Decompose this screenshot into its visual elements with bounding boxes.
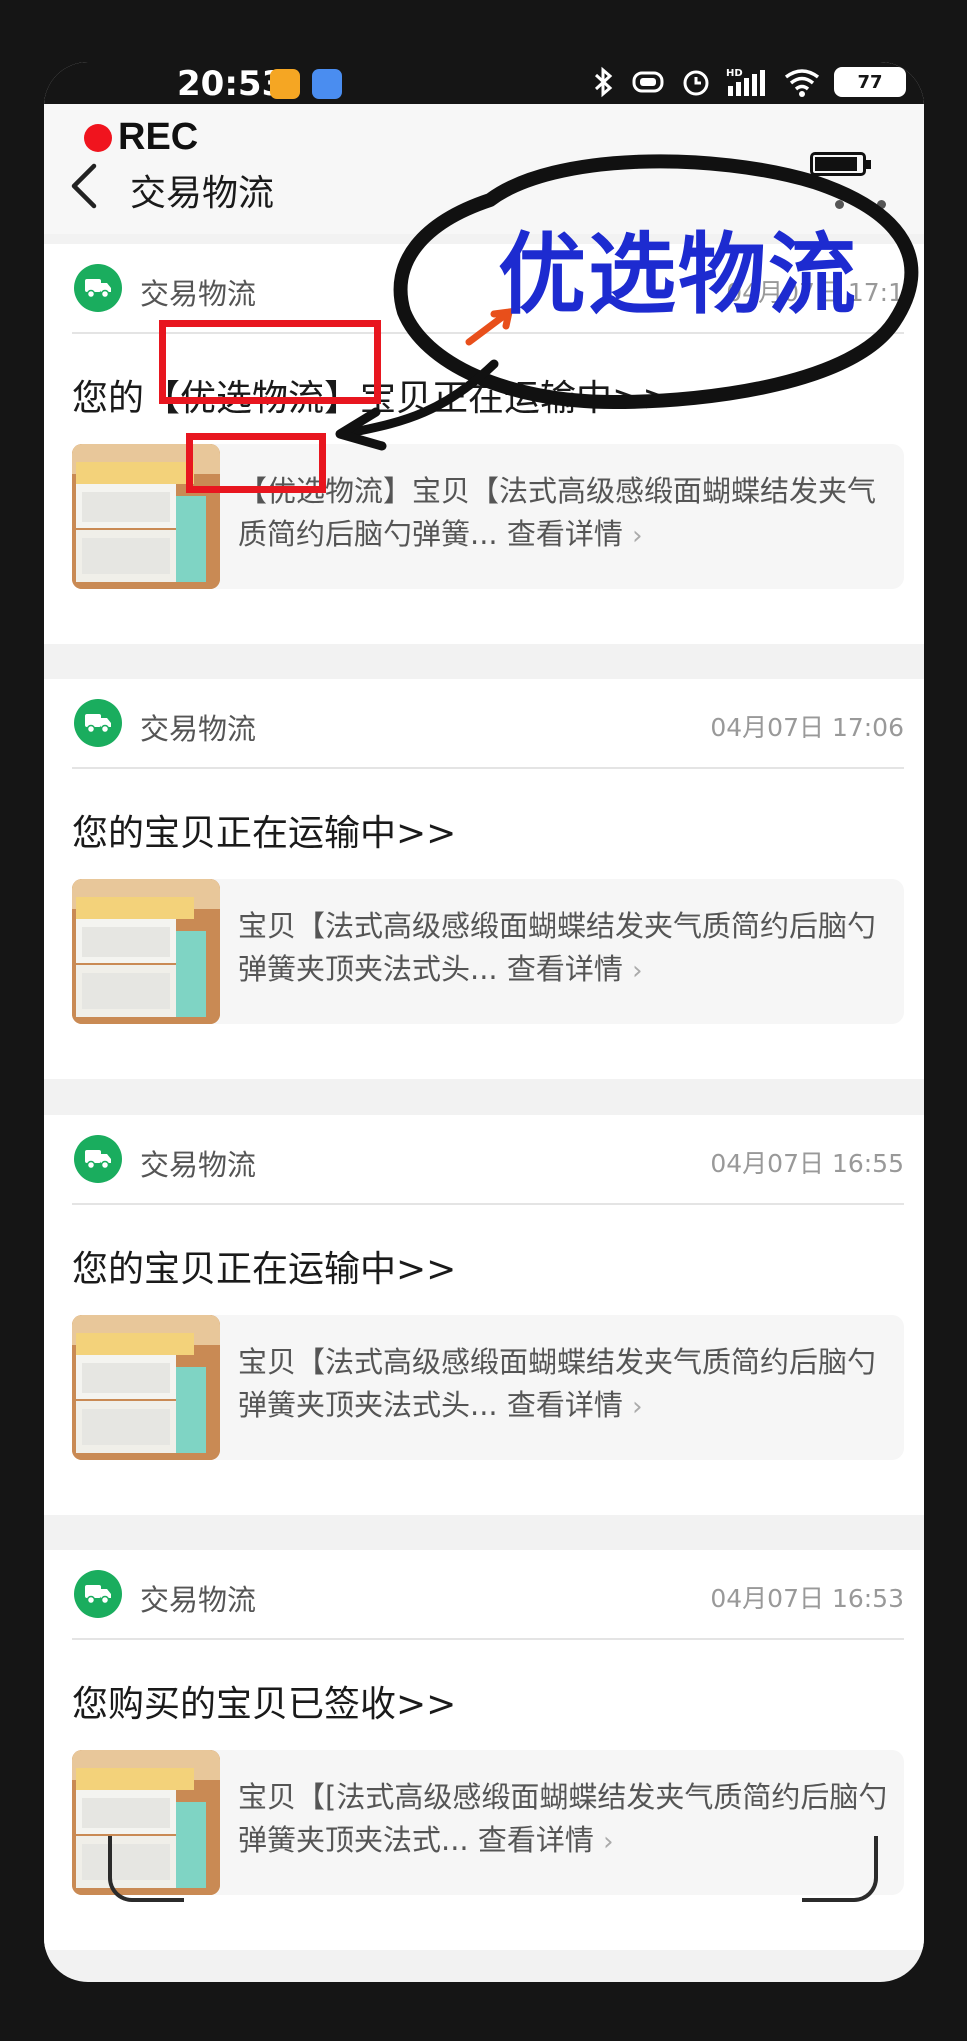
product-description: 宝贝【[法式高级感缎面蝴蝶结发夹气质简约后脑勺弹簧夹顶夹法式... 查看详情 › <box>238 1776 888 1864</box>
recording-label: REC <box>118 116 199 158</box>
truck-icon <box>74 699 122 747</box>
product-item[interactable]: 宝贝【法式高级感缎面蝴蝶结发夹气质简约后脑勺弹簧夹顶夹法式头... 查看详情 › <box>72 879 904 1024</box>
vibrate-icon <box>632 71 664 93</box>
view-details-link[interactable]: 查看详情 <box>507 952 623 986</box>
battery-icon: 77 <box>834 67 906 97</box>
truck-icon <box>74 1135 122 1183</box>
bluetooth-icon <box>594 66 613 98</box>
card-header: 交易物流 04月07日 16:53 <box>74 1570 904 1620</box>
divider <box>72 1203 904 1205</box>
product-item[interactable]: 宝贝【[法式高级感缎面蝴蝶结发夹气质简约后脑勺弹簧夹顶夹法式... 查看详情 › <box>72 1750 904 1895</box>
message-source: 交易物流 <box>140 712 257 746</box>
divider <box>72 1638 904 1640</box>
status-bar: 20:53 HD 77 <box>44 62 924 104</box>
message-time: 04月07日 16:53 <box>710 1584 904 1613</box>
truck-icon <box>74 264 122 312</box>
corner-bracket-left <box>108 1836 184 1902</box>
product-item[interactable]: 宝贝【法式高级感缎面蝴蝶结发夹气质简约后脑勺弹簧夹顶夹法式头... 查看详情 › <box>72 1315 904 1460</box>
view-details-link[interactable]: 查看详情 <box>478 1823 594 1857</box>
battery-level: 77 <box>857 71 883 93</box>
recording-indicator: REC <box>84 116 198 159</box>
message-title[interactable]: 您的宝贝正在运输中>> <box>72 804 456 856</box>
app-notification-icon-2 <box>312 69 342 99</box>
record-dot-icon <box>84 123 112 152</box>
wifi-icon <box>784 69 820 97</box>
title-prefix: 您的 <box>72 378 145 419</box>
chevron-right-icon: › <box>632 1392 643 1422</box>
status-time: 20:53 <box>177 64 286 104</box>
app-notification-icon <box>270 69 300 99</box>
product-thumbnail <box>72 1315 220 1460</box>
product-description: 宝贝【法式高级感缎面蝴蝶结发夹气质简约后脑勺弹簧夹顶夹法式头... 查看详情 › <box>238 905 888 993</box>
phone-screen: 20:53 HD 77 REC 交易物流 交易物流 04月07日 17:1 您的… <box>44 62 924 1982</box>
product-thumbnail <box>72 879 220 1024</box>
signal-icon: HD <box>726 68 765 96</box>
product-description: 宝贝【法式高级感缎面蝴蝶结发夹气质简约后脑勺弹簧夹顶夹法式头... 查看详情 › <box>238 1341 888 1429</box>
page-title: 交易物流 <box>130 173 275 214</box>
chevron-right-icon: › <box>632 956 643 986</box>
divider <box>72 767 904 769</box>
view-details-link[interactable]: 查看详情 <box>507 1388 623 1422</box>
truck-icon <box>74 1570 122 1618</box>
card-header: 交易物流 04月07日 16:55 <box>74 1135 904 1185</box>
chevron-right-icon: › <box>603 1827 614 1857</box>
corner-bracket-right <box>802 1836 878 1902</box>
back-arrow-icon[interactable] <box>56 156 116 216</box>
message-card[interactable]: 交易物流 04月07日 16:55 您的宝贝正在运输中>> 宝贝【法式高级感缎面… <box>44 1115 924 1515</box>
message-time: 04月07日 17:06 <box>710 713 904 742</box>
message-source: 交易物流 <box>140 1148 257 1182</box>
message-title[interactable]: 您购买的宝贝已签收>> <box>72 1675 456 1727</box>
message-source: 交易物流 <box>140 277 257 311</box>
overlay-title: 优选物流 <box>498 223 859 326</box>
overlay-title-box: 优选物流 <box>488 194 924 354</box>
message-source: 交易物流 <box>140 1583 257 1617</box>
message-title[interactable]: 您的宝贝正在运输中>> <box>72 1240 456 1292</box>
message-card[interactable]: 交易物流 04月07日 17:06 您的宝贝正在运输中>> 宝贝【法式高级感缎面… <box>44 679 924 1079</box>
view-details-link[interactable]: 查看详情 <box>507 517 623 551</box>
card-header: 交易物流 04月07日 17:06 <box>74 699 904 749</box>
message-time: 04月07日 16:55 <box>710 1149 904 1178</box>
chevron-right-icon: › <box>632 521 643 551</box>
svg-text:HD: HD <box>726 68 743 79</box>
alarm-icon <box>683 70 709 96</box>
